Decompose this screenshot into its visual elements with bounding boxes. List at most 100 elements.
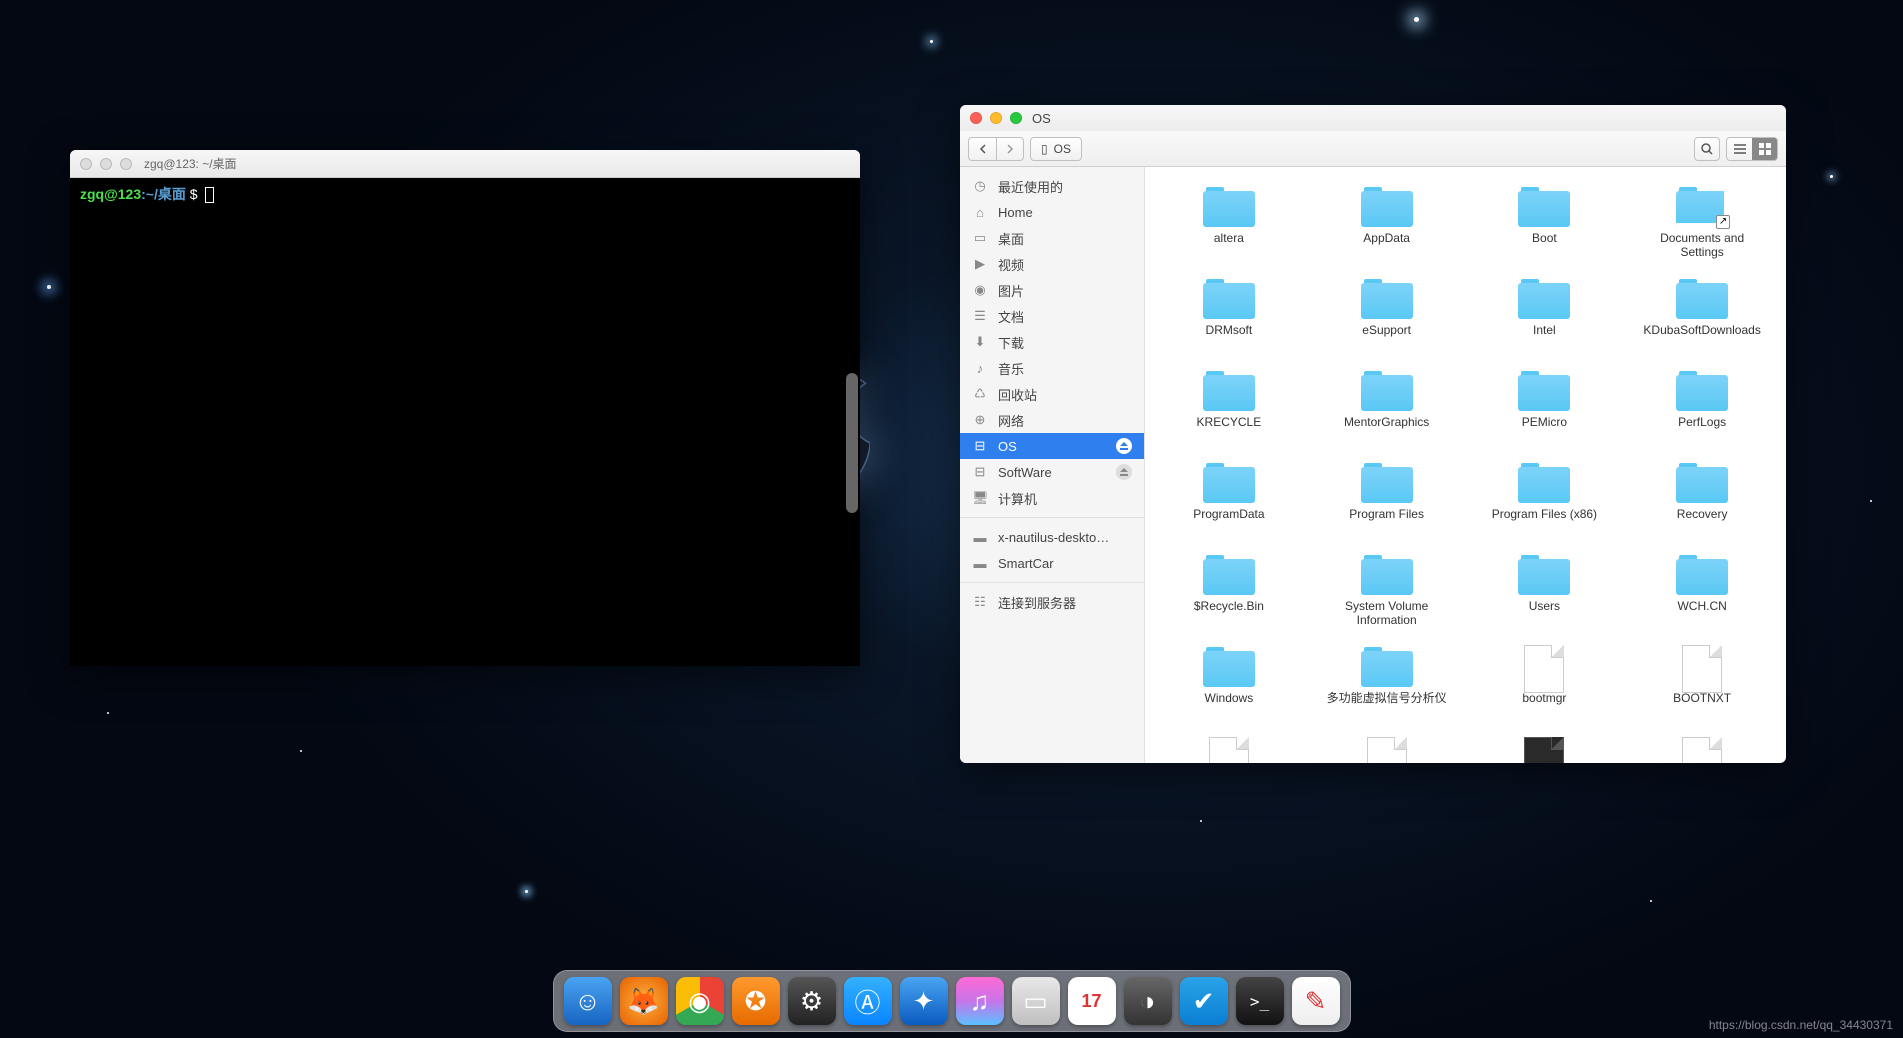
sidebar-item-label: 连接到服务器 — [998, 593, 1076, 612]
file-item[interactable]: Recovery — [1628, 457, 1776, 539]
file-item[interactable]: Users — [1471, 549, 1619, 631]
sidebar-item--[interactable]: 🖥计算机 — [960, 485, 1144, 511]
sidebar-item--[interactable]: ♪音乐 — [960, 355, 1144, 381]
file-item-label: Program Files (x86) — [1492, 507, 1597, 535]
star — [107, 712, 109, 714]
terminal-scrollbar[interactable] — [846, 373, 858, 513]
minimize-button[interactable] — [100, 158, 112, 170]
sidebar-item-label: 下载 — [998, 333, 1024, 352]
dock-firefox[interactable]: 🦊 — [620, 977, 668, 1025]
search-button[interactable] — [1694, 137, 1720, 161]
file-item-label: AppData — [1363, 231, 1410, 259]
sidebar-item-x-nautilus-deskto-[interactable]: ▬x-nautilus-deskto… — [960, 524, 1144, 550]
file-item[interactable]: Windows — [1155, 641, 1303, 723]
sidebar-item--[interactable]: ⊕网络 — [960, 407, 1144, 433]
star — [47, 285, 51, 289]
sidebar-item-label: 回收站 — [998, 385, 1037, 404]
dock-safari[interactable]: ✦ — [900, 977, 948, 1025]
sidebar-item--[interactable]: ☷ 连接到服务器 — [960, 589, 1144, 615]
dock: ☺🦊◉✪⚙Ⓐ✦♫▭17◑✔>_✎ — [553, 970, 1351, 1032]
file-item[interactable] — [1628, 733, 1776, 763]
file-item[interactable]: altera — [1155, 181, 1303, 263]
folder-icon — [1361, 461, 1413, 503]
sidebar-item-os[interactable]: ⊟OS — [960, 433, 1144, 459]
file-item-label: altera — [1214, 231, 1244, 259]
file-item[interactable] — [1313, 733, 1461, 763]
sidebar-item--[interactable]: ▭ 桌面 — [960, 225, 1144, 251]
sidebar-item--[interactable]: ◷最近使用的 — [960, 173, 1144, 199]
dock-quicktime[interactable]: ◑ — [1124, 977, 1172, 1025]
file-item[interactable]: ↗Documents and Settings — [1628, 181, 1776, 263]
file-manager-window[interactable]: OS ▯ OS ◷最近使用的 ⌂ Home ▭ 桌面 ▶视频◉图片☰文档⬇下载♪音乐♺回收… — [960, 105, 1786, 763]
sidebar-item-label: Home — [998, 205, 1033, 220]
file-item[interactable]: KDubaSoftDownloads — [1628, 273, 1776, 355]
file-item[interactable]: DRMsoft — [1155, 273, 1303, 355]
sidebar-item-label: 文档 — [998, 307, 1024, 326]
file-item[interactable]: Intel — [1471, 273, 1619, 355]
file-item[interactable]: 多功能虚拟信号分析仪 — [1313, 641, 1461, 723]
close-button[interactable] — [970, 112, 982, 124]
file-item[interactable]: $Recycle.Bin — [1155, 549, 1303, 631]
list-view-button[interactable] — [1726, 137, 1752, 161]
file-item[interactable]: PerfLogs — [1628, 365, 1776, 447]
home-icon: ⌂ — [972, 205, 988, 220]
star — [1650, 900, 1652, 902]
dock-terminal[interactable]: >_ — [1236, 977, 1284, 1025]
maximize-button[interactable] — [1010, 112, 1022, 124]
sidebar-item--[interactable]: ▶视频 — [960, 251, 1144, 277]
folder-icon — [1361, 277, 1413, 319]
server-icon: ☷ — [972, 594, 988, 610]
close-button[interactable] — [80, 158, 92, 170]
content-pane[interactable]: altera AppData Boot↗Documents and Settings… — [1145, 167, 1786, 763]
dock-appstore[interactable]: Ⓐ — [844, 977, 892, 1025]
dock-settings[interactable]: ⚙ — [788, 977, 836, 1025]
sidebar-item--[interactable]: ♺回收站 — [960, 381, 1144, 407]
file-item[interactable]: MentorGraphics — [1313, 365, 1461, 447]
sidebar-item-label: 桌面 — [998, 229, 1024, 248]
sidebar-item--[interactable]: ⬇下载 — [960, 329, 1144, 355]
star — [525, 890, 528, 893]
dock-finder[interactable]: ☺ — [564, 977, 612, 1025]
file-item[interactable]: PEMicro — [1471, 365, 1619, 447]
sidebar-item-home[interactable]: ⌂ Home — [960, 199, 1144, 225]
sidebar-item--[interactable]: ◉图片 — [960, 277, 1144, 303]
terminal-window[interactable]: zgq@123: ~/桌面 zgq@123:~/桌面 $ — [70, 150, 860, 666]
file-manager-titlebar[interactable]: OS — [960, 105, 1786, 131]
sidebar-item-software[interactable]: ⊟SoftWare — [960, 459, 1144, 485]
dock-chrome[interactable]: ◉ — [676, 977, 724, 1025]
image-icon: ◉ — [972, 282, 988, 298]
dock-notes[interactable]: ✎ — [1292, 977, 1340, 1025]
path-bar[interactable]: ▯ OS — [1030, 137, 1082, 161]
file-item[interactable]: BOOTNXT — [1628, 641, 1776, 723]
icon-view-button[interactable] — [1752, 137, 1778, 161]
maximize-button[interactable] — [120, 158, 132, 170]
dock-facetime[interactable]: ▭ — [1012, 977, 1060, 1025]
sidebar-item-smartcar[interactable]: ▬SmartCar — [960, 550, 1144, 576]
file-item[interactable]: ProgramData — [1155, 457, 1303, 539]
file-item[interactable]: WCH.CN — [1628, 549, 1776, 631]
eject-button[interactable] — [1116, 438, 1132, 454]
file-item[interactable]: bootmgr — [1471, 641, 1619, 723]
file-item[interactable]: Program Files (x86) — [1471, 457, 1619, 539]
eject-button[interactable] — [1116, 464, 1132, 480]
forward-button[interactable] — [996, 137, 1024, 161]
file-item[interactable]: System Volume Information — [1313, 549, 1461, 631]
minimize-button[interactable] — [990, 112, 1002, 124]
file-item[interactable] — [1155, 733, 1303, 763]
dock-utility[interactable]: ✔ — [1180, 977, 1228, 1025]
terminal-body[interactable]: zgq@123:~/桌面 $ — [70, 178, 860, 666]
desktop-icon: ▭ — [972, 230, 988, 246]
file-item[interactable]: Program Files — [1313, 457, 1461, 539]
file-item-label: 多功能虚拟信号分析仪 — [1327, 691, 1447, 719]
back-button[interactable] — [968, 137, 996, 161]
file-item[interactable]: eSupport — [1313, 273, 1461, 355]
dock-calendar[interactable]: 17 — [1068, 977, 1116, 1025]
file-item[interactable]: KRECYCLE — [1155, 365, 1303, 447]
dock-itunes[interactable]: ♫ — [956, 977, 1004, 1025]
terminal-titlebar[interactable]: zgq@123: ~/桌面 — [70, 150, 860, 178]
file-item[interactable] — [1471, 733, 1619, 763]
file-item[interactable]: Boot — [1471, 181, 1619, 263]
sidebar-item--[interactable]: ☰文档 — [960, 303, 1144, 329]
dock-foxit[interactable]: ✪ — [732, 977, 780, 1025]
file-item[interactable]: AppData — [1313, 181, 1461, 263]
